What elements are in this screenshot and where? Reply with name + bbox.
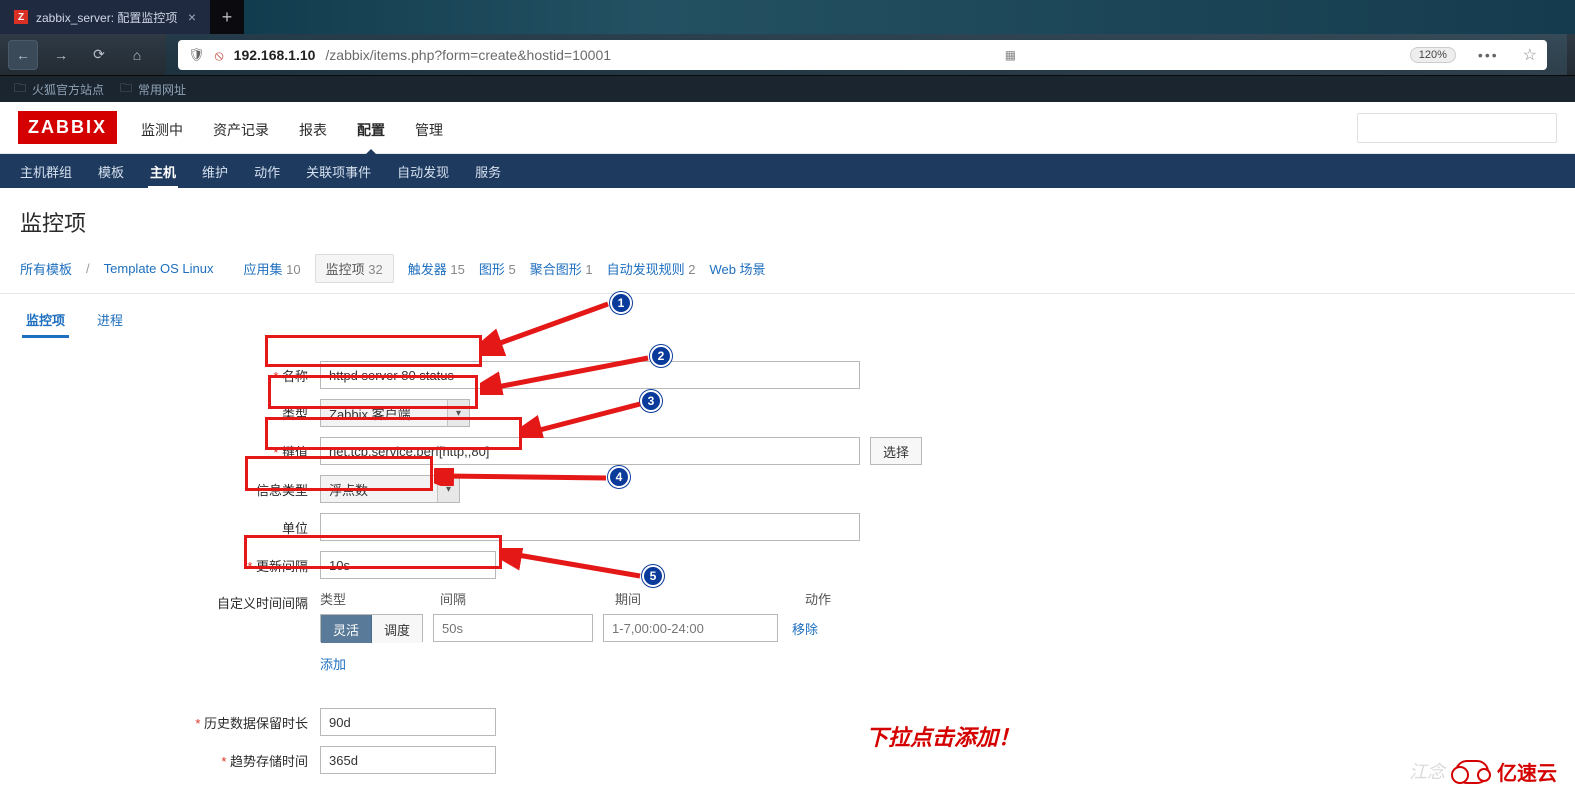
label-name: 名称 [20, 366, 320, 385]
ci-flex-button[interactable]: 灵活 [321, 615, 372, 643]
label-update: 更新间隔 [20, 556, 320, 575]
url-host: 192.168.1.10 [234, 47, 316, 63]
marker-4: 4 [608, 466, 630, 488]
ci-header-action: 动作 [805, 589, 831, 608]
select-type[interactable]: Zabbix 客户端 ▾ [320, 399, 470, 427]
input-key[interactable] [320, 437, 860, 465]
marker-1: 1 [610, 292, 632, 314]
ci-remove-link[interactable]: 移除 [792, 619, 818, 638]
submenu-correlation[interactable]: 关联项事件 [304, 154, 373, 189]
label-custom-interval: 自定义时间间隔 [20, 589, 320, 612]
blocked-icon: ⦸ [215, 47, 224, 64]
tab-web[interactable]: Web 场景 [709, 259, 765, 278]
tab-discovery[interactable]: 自动发现规则 2 [607, 259, 696, 278]
crumb-template[interactable]: Template OS Linux [104, 261, 214, 276]
bookmark-star-icon[interactable]: ☆ [1523, 45, 1537, 65]
submenu-maintenance[interactable]: 维护 [200, 154, 230, 189]
menu-inventory[interactable]: 资产记录 [211, 102, 271, 154]
menu-administration[interactable]: 管理 [413, 102, 445, 154]
browser-navbar: ← → ⟳ ⌂ 🛡 ⦸ 192.168.1.10/zabbix/items.ph… [0, 34, 1575, 76]
menu-reports[interactable]: 报表 [297, 102, 329, 154]
form: 名称 类型 Zabbix 客户端 ▾ 键值 选择 信息类型 浮点数 ▾ 单位 [0, 337, 1575, 808]
submenu-hostgroups[interactable]: 主机群组 [18, 154, 74, 189]
crumb-all-templates[interactable]: 所有模板 [20, 259, 72, 278]
marker-5: 5 [642, 565, 664, 587]
tab-screens[interactable]: 聚合图形 1 [530, 259, 593, 278]
page-body: 监控项 所有模板 / Template OS Linux 应用集 10 监控项 … [0, 188, 1575, 808]
chevron-down-icon: ▾ [437, 476, 459, 502]
menu-monitoring[interactable]: 监测中 [139, 102, 185, 154]
browser-titlebar: Z zabbix_server: 配置监控项 × + [0, 0, 1575, 34]
more-icon[interactable]: ••• [1478, 47, 1499, 63]
home-button[interactable]: ⌂ [122, 40, 152, 70]
submenu-templates[interactable]: 模板 [96, 154, 126, 189]
page-title: 监控项 [0, 188, 1575, 250]
folder-icon: 🗀 [120, 79, 132, 100]
label-key: 键值 [20, 442, 320, 461]
bookmark-item[interactable]: 🗀火狐官方站点 [14, 79, 104, 100]
titlebar-decor [244, 0, 1575, 34]
back-button[interactable]: ← [8, 40, 38, 70]
tab-title: zabbix_server: 配置监控项 [36, 9, 177, 26]
tab-triggers[interactable]: 触发器 15 [408, 259, 465, 278]
breadcrumb-row: 所有模板 / Template OS Linux 应用集 10 监控项 32 触… [0, 250, 1575, 294]
bookmark-item[interactable]: 🗀常用网址 [120, 79, 186, 100]
search-input[interactable] [1357, 113, 1557, 143]
formtab-item[interactable]: 监控项 [22, 302, 69, 337]
shield-icon: 🛡 [188, 47, 205, 63]
select-info-type[interactable]: 浮点数 ▾ [320, 475, 460, 503]
tab-favicon: Z [14, 10, 28, 24]
submenu-services[interactable]: 服务 [473, 154, 503, 189]
close-icon[interactable]: × [188, 9, 196, 25]
ci-header-type: 类型 [320, 589, 440, 608]
zabbix-header: ZABBIX 监测中 资产记录 报表 配置 管理 [0, 102, 1575, 154]
ci-add-link[interactable]: 添加 [320, 657, 346, 672]
label-unit: 单位 [20, 518, 320, 537]
label-history: 历史数据保留时长 [20, 713, 320, 732]
grid-icon[interactable]: ▦ [1005, 48, 1016, 62]
key-select-button[interactable]: 选择 [870, 437, 922, 465]
ci-header-interval: 间隔 [440, 589, 615, 608]
zoom-badge[interactable]: 120% [1410, 47, 1456, 63]
ci-period-input[interactable] [603, 614, 778, 642]
folder-icon: 🗀 [14, 79, 26, 100]
annotation-hint: 下拉点击添加！ [866, 720, 1020, 752]
bookmarks-bar: 🗀火狐官方站点 🗀常用网址 [0, 76, 1575, 102]
ci-sched-button[interactable]: 调度 [372, 615, 422, 643]
tab-applications[interactable]: 应用集 10 [243, 259, 300, 278]
menu-configuration[interactable]: 配置 [355, 102, 387, 154]
chevron-down-icon: ▾ [447, 400, 469, 426]
forward-button[interactable]: → [46, 40, 76, 70]
form-tabs: 监控项 进程 [0, 294, 1575, 337]
label-info-type: 信息类型 [20, 480, 320, 499]
input-trend[interactable] [320, 746, 496, 774]
label-trend: 趋势存储时间 [20, 751, 320, 770]
marker-2: 2 [650, 345, 672, 367]
input-history[interactable] [320, 708, 496, 736]
ci-interval-input[interactable] [433, 614, 593, 642]
submenu-actions[interactable]: 动作 [252, 154, 282, 189]
new-tab-button[interactable]: + [210, 0, 244, 34]
marker-3: 3 [640, 390, 662, 412]
ci-header-period: 期间 [615, 589, 805, 608]
input-update[interactable] [320, 551, 496, 579]
label-type: 类型 [20, 404, 320, 423]
tab-graphs[interactable]: 图形 5 [479, 259, 516, 278]
url-path: /zabbix/items.php?form=create&hostid=100… [325, 47, 611, 63]
tab-items[interactable]: 监控项 32 [315, 254, 394, 283]
watermark-faint: 江念 [1409, 758, 1445, 784]
cloud-icon [1455, 760, 1489, 784]
zabbix-logo[interactable]: ZABBIX [18, 111, 117, 144]
zabbix-main-menu: 监测中 资产记录 报表 配置 管理 [139, 102, 445, 154]
input-name[interactable] [320, 361, 860, 389]
formtab-process[interactable]: 进程 [93, 302, 127, 337]
watermark: 亿速云 [1455, 757, 1557, 786]
input-unit[interactable] [320, 513, 860, 541]
url-bar[interactable]: 🛡 ⦸ 192.168.1.10/zabbix/items.php?form=c… [178, 40, 1547, 70]
submenu-discovery[interactable]: 自动发现 [395, 154, 451, 189]
reload-button[interactable]: ⟳ [84, 40, 114, 70]
submenu-hosts[interactable]: 主机 [148, 154, 178, 189]
zabbix-submenu: 主机群组 模板 主机 维护 动作 关联项事件 自动发现 服务 [0, 154, 1575, 188]
browser-tab[interactable]: Z zabbix_server: 配置监控项 × [0, 0, 210, 34]
